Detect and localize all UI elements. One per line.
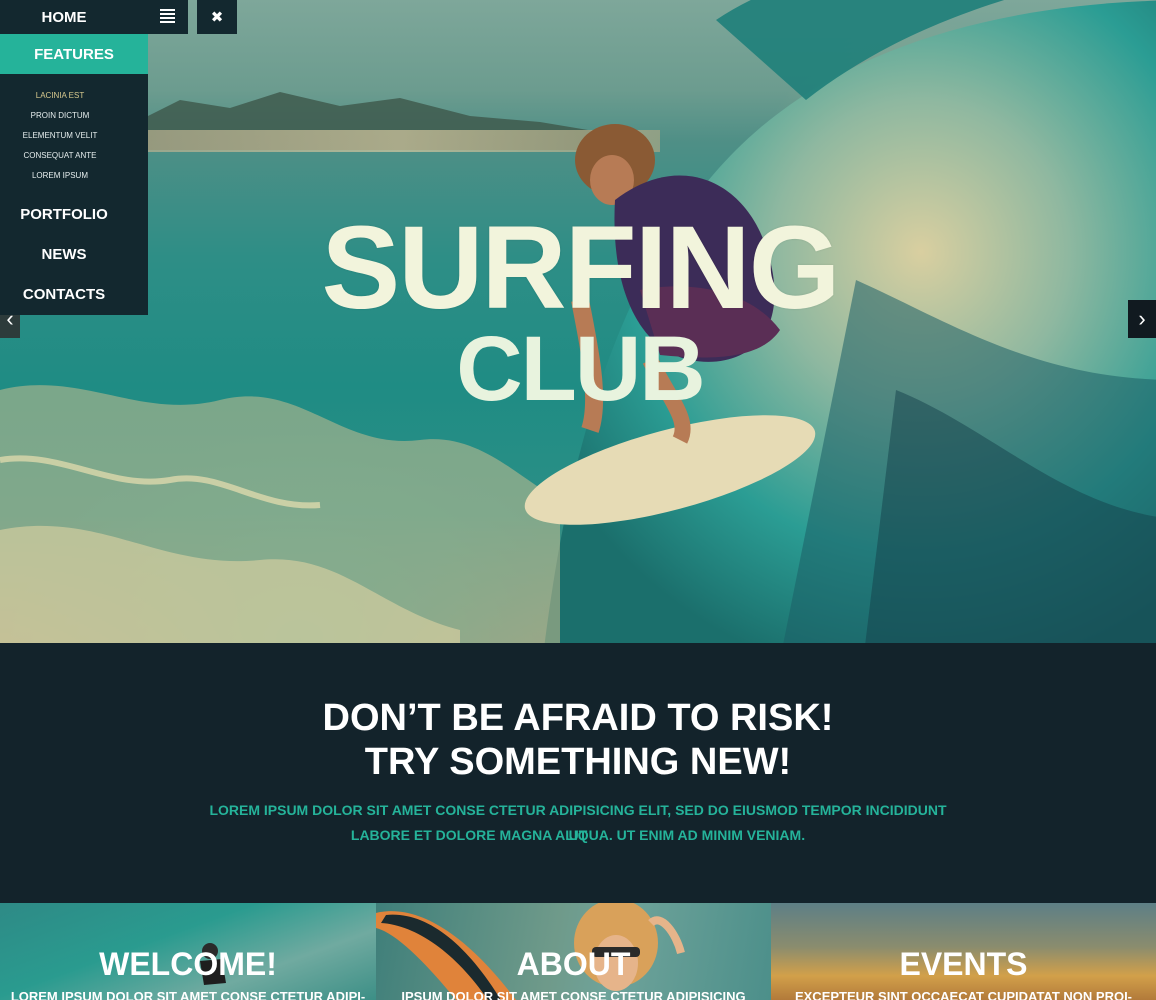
- card-events[interactable]: EVENTS EXCEPTEUR SINT OCCAECAT CUPIDATAT…: [771, 903, 1156, 1000]
- close-menu-button[interactable]: ✖: [197, 0, 237, 34]
- hero-title: SURFING CLUB: [300, 208, 860, 417]
- features-submenu: LACINIA EST PROIN DICTUM ELEMENTUM VELIT…: [0, 86, 120, 186]
- card-about[interactable]: ABOUT IPSUM DOLOR SIT AMET CONSE CTETUR …: [376, 903, 771, 1000]
- nav-item-contacts[interactable]: CONTACTS: [0, 286, 128, 303]
- card-about-title: ABOUT: [516, 946, 631, 982]
- tagline-heading-line1: DON’T BE AFRAID TO RISK!: [322, 697, 834, 739]
- card-welcome[interactable]: WELCOME! LOREM IPSUM DOLOR SIT AMET CONS…: [0, 903, 376, 1000]
- nav-item-home[interactable]: HOME: [0, 0, 188, 34]
- nav-item-portfolio[interactable]: PORTFOLIO: [0, 206, 128, 223]
- tagline-section: DON’T BE AFRAID TO RISK! TRY SOMETHING N…: [0, 643, 1156, 903]
- submenu-item-consequat-ante[interactable]: CONSEQUAT ANTE: [0, 146, 120, 166]
- hero-slider: SURFING CLUB ‹ ›: [0, 0, 1156, 643]
- submenu-item-lorem-ipsum[interactable]: LOREM IPSUM: [0, 166, 120, 186]
- tagline-text-line2: LABORE ET DOLORE MAGNA ALIQUA. UT ENIM A…: [350, 827, 806, 843]
- card-welcome-excerpt: LOREM IPSUM DOLOR SIT AMET CONSE CTETUR …: [10, 989, 366, 1000]
- slider-next-button[interactable]: ›: [1128, 300, 1156, 338]
- submenu-item-elementum-velit[interactable]: ELEMENTUM VELIT: [0, 126, 120, 146]
- feature-cards: WELCOME! LOREM IPSUM DOLOR SIT AMET CONS…: [0, 903, 1156, 1000]
- tagline-heading-line2: TRY SOMETHING NEW!: [364, 741, 792, 783]
- submenu-item-proin-dictum[interactable]: PROIN DICTUM: [0, 106, 120, 126]
- hero-title-line2: CLUB: [456, 318, 706, 420]
- card-welcome-title: WELCOME!: [99, 946, 277, 982]
- hamburger-menu-icon[interactable]: [160, 9, 175, 23]
- chevron-right-icon: ›: [1138, 306, 1146, 331]
- card-events-title: EVENTS: [899, 946, 1028, 982]
- card-events-excerpt: EXCEPTEUR SINT OCCAECAT CUPIDATAT NON PR…: [794, 989, 1133, 1000]
- submenu-item-lacinia-est[interactable]: LACINIA EST: [0, 86, 120, 106]
- nav-panel: FEATURES LACINIA EST PROIN DICTUM ELEMEN…: [0, 34, 148, 315]
- nav-item-features[interactable]: FEATURES: [0, 34, 148, 74]
- hero-title-line1: SURFING: [321, 202, 841, 334]
- card-about-excerpt: IPSUM DOLOR SIT AMET CONSE CTETUR ADIPIS…: [401, 989, 746, 1000]
- close-icon: ✖: [210, 9, 224, 26]
- nav-item-news[interactable]: NEWS: [0, 246, 128, 263]
- nav-item-home-label: HOME: [41, 8, 87, 26]
